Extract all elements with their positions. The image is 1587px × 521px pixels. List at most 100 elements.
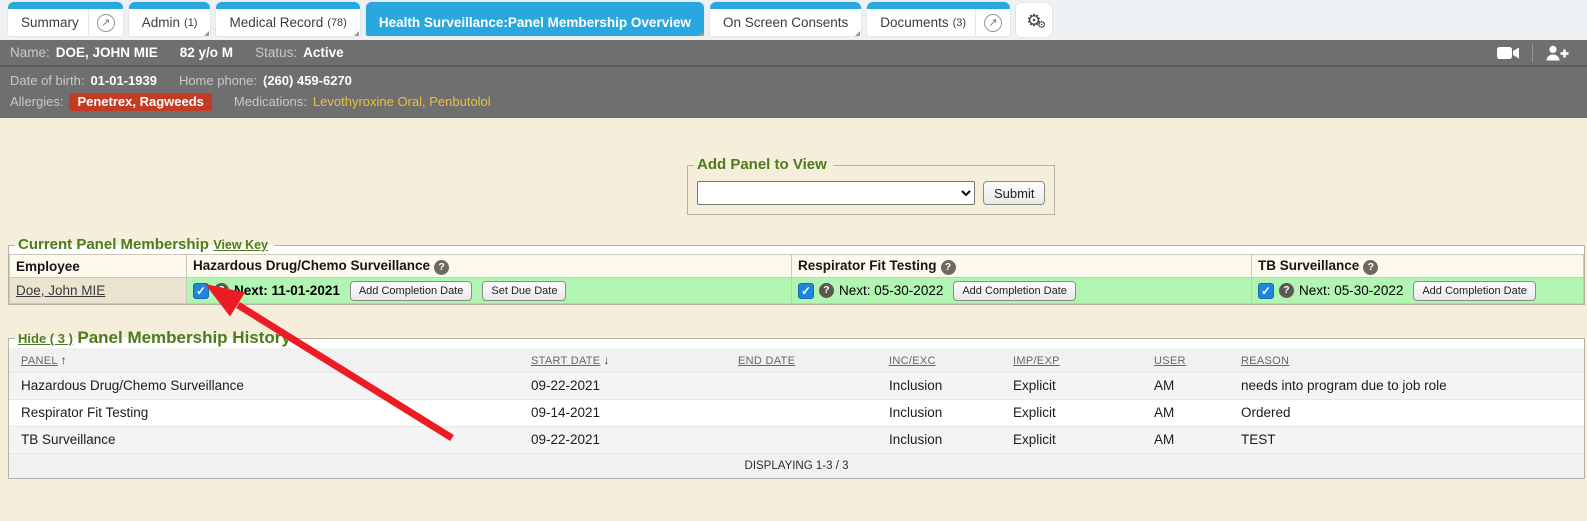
medications-label: Medications: (234, 94, 307, 109)
patient-status: Active (303, 45, 344, 60)
sort-start-date-header[interactable]: START DATE (531, 355, 600, 367)
tab-summary-label: Summary (21, 15, 79, 30)
next-due-date: Next: 05-30-2022 (1299, 283, 1403, 298)
history-panel-cell: Hazardous Drug/Chemo Surveillance (9, 372, 519, 399)
tab-documents-count: (3) (953, 17, 966, 29)
tab-medical-record-count: (78) (327, 17, 347, 29)
banner-icon-divider (1532, 44, 1533, 62)
history-inc-exc-cell: Inclusion (877, 372, 1001, 399)
tab-documents-label: Documents (880, 15, 948, 30)
add-panel-to-view-section: Add Panel to View Submit (687, 156, 1055, 215)
arrow-up-right-icon: ↗ (97, 14, 115, 32)
documents-external-link-button[interactable]: ↗ (975, 9, 1002, 36)
add-person-icon[interactable] (1545, 45, 1569, 61)
name-label: Name: (10, 45, 50, 60)
history-imp-exp-cell: Explicit (1001, 426, 1142, 453)
tab-medical-record[interactable]: Medical Record (78) (216, 2, 359, 36)
history-end-date-cell (726, 372, 877, 399)
patient-age-sex: 82 y/o M (180, 45, 233, 60)
tab-accent-stripe (710, 2, 861, 9)
history-row: Respirator Fit Testing 09-14-2021 Inclus… (9, 399, 1584, 426)
sort-panel-header[interactable]: PANEL (21, 355, 58, 367)
help-icon[interactable]: ? (214, 283, 229, 298)
tab-on-screen-consents-label: On Screen Consents (723, 15, 848, 30)
history-row: Hazardous Drug/Chemo Surveillance 09-22-… (9, 372, 1584, 399)
tab-admin-label: Admin (142, 15, 180, 30)
tab-bar: Summary ↗ Admin (1) Medical Record (78) … (0, 0, 1587, 40)
current-panel-membership-title: Current Panel Membership (18, 236, 209, 253)
help-icon[interactable]: ? (1363, 260, 1378, 275)
add-panel-legend: Add Panel to View (697, 156, 827, 173)
tab-health-surveillance-label: Health Surveillance:Panel Membership Ove… (379, 15, 691, 30)
patient-banner-row-1: Name: DOE, JOHN MIE 82 y/o M Status: Act… (0, 40, 1587, 67)
next-due-date: Next: 11-01-2021 (234, 283, 340, 298)
patient-banner: Name: DOE, JOHN MIE 82 y/o M Status: Act… (0, 40, 1587, 118)
panel-membership-history-title: Panel Membership History (77, 328, 291, 347)
help-icon[interactable]: ? (434, 260, 449, 275)
history-panel-cell: TB Surveillance (9, 426, 519, 453)
tab-accent-stripe (867, 2, 1010, 9)
settings-button[interactable]: ⚙ ⚙ (1016, 3, 1052, 37)
help-icon[interactable]: ? (941, 260, 956, 275)
panel-select[interactable] (697, 181, 975, 205)
history-user-cell: AM (1142, 372, 1229, 399)
history-panel-cell: Respirator Fit Testing (9, 399, 519, 426)
employee-column-header: Employee (16, 259, 80, 274)
tab-admin[interactable]: Admin (1) (129, 2, 211, 36)
history-header-row: PANEL↑ START DATE↓ END DATE INC/EXC IMP/… (9, 348, 1584, 372)
history-footer-row: DISPLAYING 1-3 / 3 (9, 453, 1584, 478)
add-completion-date-button[interactable]: Add Completion Date (350, 281, 473, 301)
patient-phone: (260) 459-6270 (263, 73, 352, 88)
current-panel-header-row: Employee Hazardous Drug/Chemo Surveillan… (10, 255, 1584, 278)
employee-link[interactable]: Doe, John MIE (16, 283, 105, 298)
sort-end-date-header[interactable]: END DATE (738, 355, 795, 367)
tab-medical-record-label: Medical Record (229, 15, 323, 30)
video-camera-icon[interactable] (1497, 46, 1520, 60)
arrow-up-right-icon: ↗ (984, 14, 1002, 32)
tab-on-screen-consents[interactable]: On Screen Consents (710, 2, 861, 36)
history-end-date-cell (726, 426, 877, 453)
tab-documents[interactable]: Documents (3) ↗ (867, 2, 1010, 36)
hazardous-drug-checkbox[interactable]: ✓ (193, 283, 209, 299)
sort-desc-icon: ↓ (603, 353, 609, 367)
sort-inc-exc-header[interactable]: INC/EXC (889, 355, 936, 367)
tab-admin-count: (1) (184, 17, 197, 29)
sort-user-header[interactable]: USER (1154, 355, 1186, 367)
history-user-cell: AM (1142, 426, 1229, 453)
add-completion-date-button[interactable]: Add Completion Date (1413, 281, 1536, 301)
add-completion-date-button[interactable]: Add Completion Date (953, 281, 1076, 301)
hazardous-drug-column-header: Hazardous Drug/Chemo Surveillance (193, 258, 430, 273)
next-due-date: Next: 05-30-2022 (839, 283, 943, 298)
tab-health-surveillance-active[interactable]: Health Surveillance:Panel Membership Ove… (366, 2, 704, 36)
respirator-fit-checkbox[interactable]: ✓ (798, 283, 814, 299)
submit-button[interactable]: Submit (983, 181, 1045, 205)
sort-reason-header[interactable]: REASON (1241, 355, 1289, 367)
patient-name: DOE, JOHN MIE (56, 45, 158, 60)
gear-small-icon: ⚙ (1037, 21, 1046, 31)
sort-imp-exp-header[interactable]: IMP/EXP (1013, 355, 1060, 367)
history-end-date-cell (726, 399, 877, 426)
patient-dob: 01-01-1939 (90, 73, 157, 88)
set-due-date-button[interactable]: Set Due Date (482, 281, 566, 301)
tab-summary[interactable]: Summary ↗ (8, 2, 123, 36)
hide-history-link[interactable]: Hide ( 3 ) (18, 331, 73, 346)
tb-surveillance-checkbox[interactable]: ✓ (1258, 283, 1274, 299)
history-row: TB Surveillance 09-22-2021 Inclusion Exp… (9, 426, 1584, 453)
history-start-date-cell: 09-14-2021 (519, 399, 726, 426)
history-reason-cell: TEST (1229, 426, 1584, 453)
respirator-fit-column-header: Respirator Fit Testing (798, 258, 937, 273)
panel-membership-history-section: Hide ( 3 ) Panel Membership History PANE… (8, 328, 1585, 479)
help-icon[interactable]: ? (819, 283, 834, 298)
history-start-date-cell: 09-22-2021 (519, 426, 726, 453)
sort-asc-icon: ↑ (61, 353, 67, 367)
history-start-date-cell: 09-22-2021 (519, 372, 726, 399)
tab-accent-stripe (8, 2, 123, 9)
summary-external-link-button[interactable]: ↗ (88, 9, 115, 36)
phone-label: Home phone: (179, 73, 257, 88)
view-key-link[interactable]: View Key (213, 238, 268, 252)
help-icon[interactable]: ? (1279, 283, 1294, 298)
history-imp-exp-cell: Explicit (1001, 399, 1142, 426)
history-reason-cell: needs into program due to job role (1229, 372, 1584, 399)
medications-value: Levothyroxine Oral, Penbutolol (313, 94, 491, 109)
allergies-label: Allergies: (10, 94, 63, 109)
